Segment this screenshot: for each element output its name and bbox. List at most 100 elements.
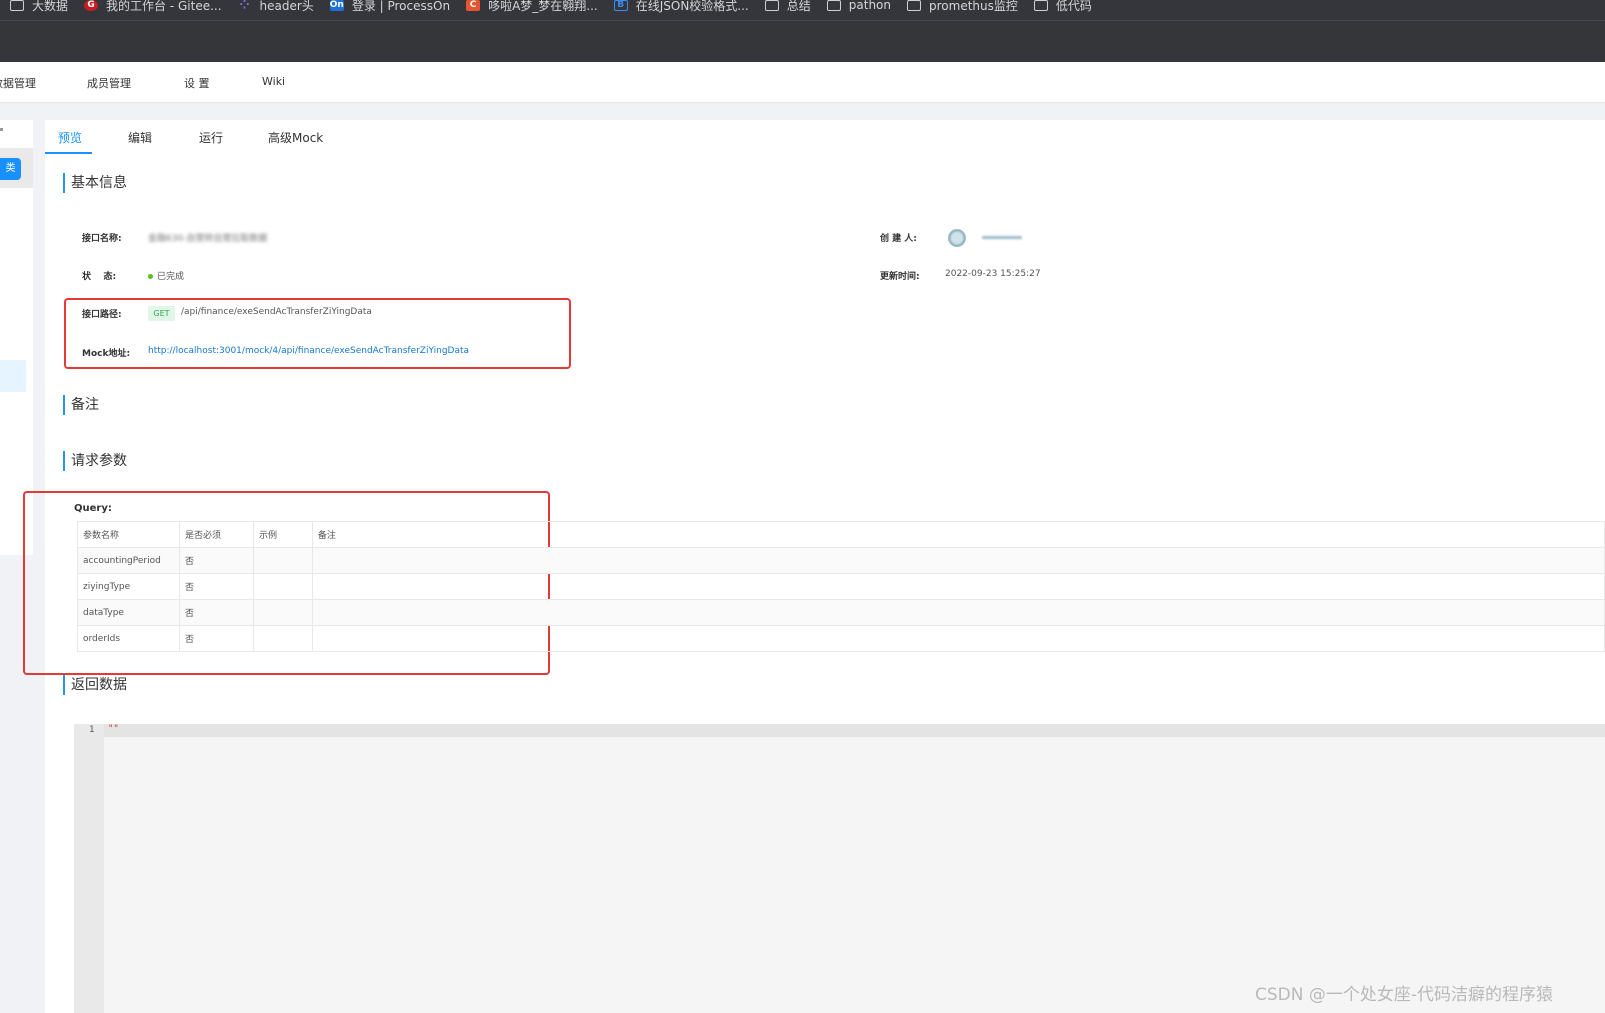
column-header-name: 参数名称 bbox=[77, 521, 180, 548]
gitee-icon: G bbox=[84, 0, 99, 11]
folder-icon bbox=[907, 0, 921, 11]
bookmark-label: 哆啦A梦_梦在翱翔... bbox=[488, 0, 598, 13]
status-dot-icon bbox=[148, 274, 153, 279]
mock-url-label: Mock地址: bbox=[82, 349, 131, 359]
status-value: 已完成 bbox=[148, 269, 184, 282]
column-header-required: 是否必须 bbox=[178, 521, 254, 548]
updated-time-label: 更新时间: bbox=[880, 272, 920, 282]
folder-icon bbox=[1033, 0, 1048, 11]
bookmark-label: 总结 bbox=[786, 0, 811, 13]
bookmark-item[interactable]: B 在线JSON校验格式... bbox=[613, 0, 749, 14]
column-header-remark: 备注 bbox=[311, 521, 1605, 548]
bookmark-item[interactable]: C 哆啦A梦_梦在翱翔... bbox=[466, 0, 598, 14]
json-icon: B bbox=[613, 0, 628, 11]
bookmark-item[interactable]: pathon bbox=[826, 0, 891, 12]
sidebar: 类 bbox=[0, 120, 33, 555]
mock-url-link[interactable]: http://localhost:3001/mock/4/api/finance… bbox=[148, 346, 469, 356]
param-required: 否 bbox=[178, 573, 254, 600]
param-remark bbox=[311, 625, 1605, 652]
browser-toolbar bbox=[0, 21, 1605, 62]
tab-edit[interactable]: 编辑 bbox=[128, 129, 152, 146]
bookmark-label: 大数据 bbox=[32, 0, 69, 13]
sidebar-marker bbox=[0, 128, 3, 131]
param-required: 否 bbox=[178, 625, 254, 652]
section-request-params: 请求参数 bbox=[63, 451, 127, 471]
code-content[interactable]: "" bbox=[108, 724, 119, 734]
nav-data-management[interactable]: 数据管理 bbox=[0, 75, 36, 91]
bookmark-label: 低代码 bbox=[1055, 0, 1092, 13]
watermark: CSDN @一个处女座-代码洁癖的程序猿 bbox=[1254, 985, 1553, 1005]
tab-preview[interactable]: 预览 bbox=[58, 129, 82, 146]
param-example bbox=[252, 625, 313, 652]
bookmark-label: promethus监控 bbox=[929, 0, 1018, 13]
interface-name-label: 接口名称: bbox=[82, 234, 122, 244]
table-row: ziyingType 否 bbox=[77, 573, 1605, 600]
param-name: dataType bbox=[77, 599, 180, 626]
bookmark-label: pathon bbox=[848, 0, 891, 12]
bookmark-item[interactable]: 低代码 bbox=[1033, 0, 1092, 14]
nav-members[interactable]: 成员管理 bbox=[87, 75, 131, 91]
updated-time-value: 2022-09-23 15:25:27 bbox=[945, 269, 1041, 279]
csdn-icon: C bbox=[466, 0, 481, 11]
param-required: 否 bbox=[178, 599, 254, 626]
tab-bar: 预览 编辑 运行 高级Mock bbox=[45, 120, 1605, 154]
bookmark-item[interactable]: On 登录 | ProcessOn bbox=[330, 0, 450, 14]
interface-detail-panel: 预览 编辑 运行 高级Mock 基本信息 接口名称: 金融630-自营转自营拉取… bbox=[23, 120, 1605, 1013]
param-remark bbox=[311, 547, 1605, 574]
method-tag: GET bbox=[148, 306, 175, 321]
param-required: 否 bbox=[178, 547, 254, 574]
bookmark-item[interactable]: 总结 bbox=[764, 0, 811, 14]
section-basic-info: 基本信息 bbox=[63, 173, 127, 193]
param-example bbox=[252, 573, 313, 600]
param-example bbox=[252, 599, 313, 626]
bookmark-item[interactable]: G 我的工作台 - Gitee... bbox=[84, 0, 222, 14]
tab-advanced-mock[interactable]: 高级Mock bbox=[268, 129, 323, 146]
param-remark bbox=[311, 573, 1605, 600]
path-value: /api/finance/exeSendAcTransferZiYingData bbox=[181, 307, 372, 317]
table-row: accountingPeriod 否 bbox=[77, 547, 1605, 574]
active-tab-indicator bbox=[45, 152, 92, 154]
section-response: 返回数据 bbox=[63, 675, 127, 695]
response-code-editor[interactable]: 1 "" bbox=[74, 724, 1605, 1013]
folder-icon bbox=[10, 0, 24, 11]
folder-icon bbox=[764, 0, 779, 11]
status-text: 已完成 bbox=[157, 272, 185, 282]
table-row: dataType 否 bbox=[77, 599, 1605, 626]
dots-icon: ⁘ bbox=[239, 0, 250, 12]
query-label: Query: bbox=[74, 503, 112, 514]
sidebar-selected-item[interactable] bbox=[0, 360, 26, 392]
bookmark-item[interactable]: ⁘ header头 bbox=[238, 0, 314, 14]
bookmark-item[interactable]: promethus监控 bbox=[907, 0, 1018, 14]
processon-icon: On bbox=[329, 0, 344, 11]
nav-wiki[interactable]: Wiki bbox=[262, 75, 285, 88]
line-gutter bbox=[74, 724, 104, 1013]
param-name: orderIds bbox=[77, 625, 180, 652]
column-header-example: 示例 bbox=[252, 521, 313, 548]
bookmark-label: 我的工作台 - Gitee... bbox=[106, 0, 222, 13]
bookmark-item[interactable]: 大数据 bbox=[10, 0, 68, 14]
add-category-button[interactable]: 类 bbox=[0, 158, 21, 180]
param-remark bbox=[311, 599, 1605, 626]
table-row: orderIds 否 bbox=[77, 625, 1605, 652]
tab-run[interactable]: 运行 bbox=[199, 129, 223, 146]
param-example bbox=[252, 547, 313, 574]
path-label: 接口路径: bbox=[82, 310, 122, 320]
line-number: 1 bbox=[89, 725, 95, 735]
creator-label: 创 建 人: bbox=[880, 234, 917, 244]
folder-icon bbox=[826, 0, 841, 11]
param-name: accountingPeriod bbox=[77, 547, 180, 574]
query-params-table: 参数名称 是否必须 示例 备注 accountingPeriod 否 ziyin… bbox=[77, 521, 1605, 652]
nav-settings[interactable]: 设 置 bbox=[184, 75, 210, 91]
param-name: ziyingType bbox=[77, 573, 180, 600]
table-header-row: 参数名称 是否必须 示例 备注 bbox=[77, 521, 1605, 548]
creator-name-redacted[interactable] bbox=[982, 236, 1022, 239]
bookmarks-bar: 大数据 G 我的工作台 - Gitee... ⁘ header头 On 登录 |… bbox=[0, 0, 1605, 21]
bookmark-label: 登录 | ProcessOn bbox=[351, 0, 451, 13]
status-label: 状 态: bbox=[82, 272, 117, 282]
active-line bbox=[74, 724, 1605, 737]
bookmark-label: 在线JSON校验格式... bbox=[635, 0, 749, 13]
bookmark-label: header头 bbox=[259, 0, 314, 13]
project-nav: 数据管理 成员管理 设 置 Wiki bbox=[0, 62, 1605, 103]
interface-name-value: 金融630-自营转自营拉取数据 bbox=[148, 234, 268, 244]
creator-avatar[interactable] bbox=[948, 229, 966, 247]
